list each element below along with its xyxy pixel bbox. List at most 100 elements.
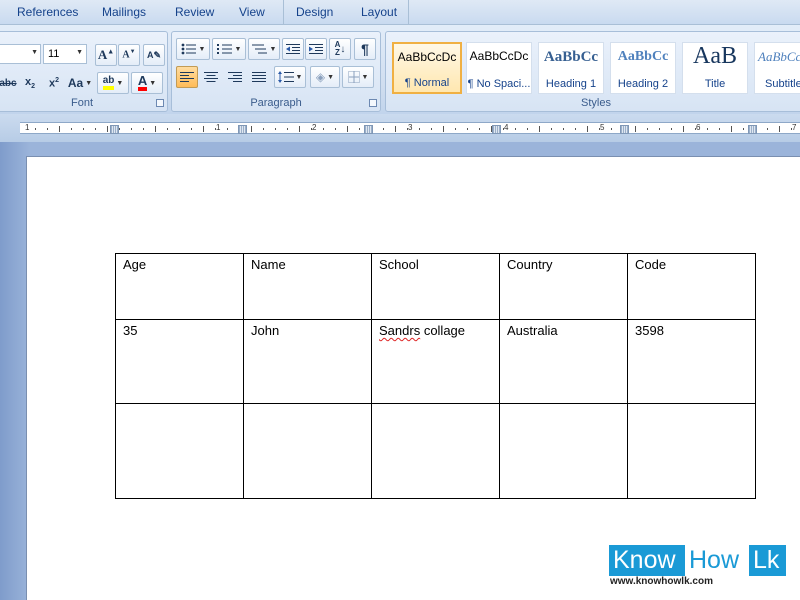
- paragraph-group-label: Paragraph: [250, 97, 302, 109]
- table-cell[interactable]: 35: [115, 319, 244, 404]
- table-cell[interactable]: Country: [499, 253, 628, 320]
- column-marker-icon[interactable]: [110, 125, 119, 134]
- table-cell[interactable]: Name: [243, 253, 372, 320]
- ruler-tick: [527, 128, 528, 130]
- font-group-label: Font: [70, 97, 93, 109]
- ruler-number: 3: [408, 123, 413, 132]
- strikethrough-button[interactable]: abc: [0, 72, 17, 94]
- show-formatting-marks-button[interactable]: ¶: [354, 38, 376, 60]
- line-spacing-icon: [277, 71, 294, 83]
- decrease-indent-button[interactable]: [282, 38, 304, 60]
- numbering-button[interactable]: ▼: [212, 38, 246, 60]
- align-left-button[interactable]: [176, 66, 198, 88]
- font-name-box[interactable]: ▼: [0, 44, 41, 64]
- tab-view[interactable]: View: [239, 5, 265, 19]
- ruler-tick: [515, 128, 516, 130]
- table-cell[interactable]: [115, 403, 244, 499]
- justify-button[interactable]: [248, 66, 270, 88]
- style-name: Heading 1: [545, 78, 597, 90]
- ruler-number: 5: [600, 123, 605, 132]
- bullets-button[interactable]: ▼: [176, 38, 210, 60]
- misspelled-word[interactable]: Sandrs: [379, 323, 420, 338]
- tab-review[interactable]: Review: [175, 5, 214, 19]
- ruler-tick: [659, 128, 660, 130]
- font-dialog-launcher-icon[interactable]: [156, 99, 164, 107]
- ruler-tick: [299, 126, 300, 132]
- style-heading-2[interactable]: AaBbCc Heading 2: [610, 42, 676, 94]
- paragraph-dialog-launcher-icon[interactable]: [369, 99, 377, 107]
- superscript-button[interactable]: x2: [43, 72, 65, 94]
- chevron-down-icon: ▼: [85, 79, 93, 87]
- style-heading-1[interactable]: AaBbCc Heading 1: [538, 42, 604, 94]
- ruler-tick: [383, 128, 384, 130]
- align-center-button[interactable]: [200, 66, 222, 88]
- chevron-down-icon[interactable]: ▼: [31, 49, 38, 56]
- change-case-button[interactable]: Aa ▼: [67, 72, 93, 94]
- ruler-tick: [719, 128, 720, 130]
- style-normal[interactable]: AaBbCcDc ¶ Normal: [392, 42, 462, 94]
- tab-references[interactable]: References: [17, 5, 78, 19]
- font-color-icon: A: [137, 74, 148, 91]
- table-cell[interactable]: Sandrs collage: [371, 319, 500, 404]
- subscript-icon: x2: [24, 75, 36, 91]
- sort-button[interactable]: A Z ↓: [329, 38, 351, 60]
- tab-layout[interactable]: Layout: [361, 5, 397, 19]
- ruler-tick: [119, 128, 120, 130]
- tab-design[interactable]: Design: [296, 5, 333, 19]
- ruler-tick: [647, 128, 648, 130]
- ruler-area: 1 1 2 3 4 5 6 7: [0, 114, 800, 142]
- table-cell[interactable]: [243, 403, 372, 499]
- table-cell[interactable]: [499, 403, 628, 499]
- styles-group-label: Styles: [386, 97, 800, 109]
- font-color-button[interactable]: A ▼: [131, 72, 163, 94]
- table-cell[interactable]: 3598: [627, 319, 756, 404]
- table-cell[interactable]: Code: [627, 253, 756, 320]
- ruler-number: 4: [504, 123, 509, 132]
- shading-button[interactable]: ◈ ▼: [310, 66, 340, 88]
- ruler-tick: [335, 128, 336, 130]
- ruler-number: 7: [792, 123, 797, 132]
- table-cell[interactable]: Australia: [499, 319, 628, 404]
- multilevel-list-icon: [251, 44, 267, 54]
- ruler-tick: [95, 128, 96, 130]
- table-cell[interactable]: [627, 403, 756, 499]
- ruler-tick: [47, 128, 48, 130]
- ruler-number: 1: [25, 123, 30, 132]
- ruler-tick: [575, 128, 576, 130]
- clear-formatting-button[interactable]: A✎: [143, 44, 165, 66]
- ruler-tick: [443, 126, 444, 132]
- borders-button[interactable]: ▼: [342, 66, 374, 88]
- change-case-icon: Aa: [67, 76, 84, 90]
- ruler-tick: [599, 128, 600, 130]
- font-size-box[interactable]: 11 ▼: [43, 44, 87, 64]
- column-marker-icon[interactable]: [364, 125, 373, 134]
- column-marker-icon[interactable]: [620, 125, 629, 134]
- style-no-spacing[interactable]: AaBbCcDc ¶ No Spaci...: [466, 42, 532, 94]
- tab-mailings[interactable]: Mailings: [102, 5, 146, 19]
- table-cell[interactable]: Age: [115, 253, 244, 320]
- table-cell[interactable]: John: [243, 319, 372, 404]
- chevron-down-icon[interactable]: ▼: [76, 49, 83, 56]
- column-marker-icon[interactable]: [748, 125, 757, 134]
- shrink-font-icon: A▼: [122, 49, 136, 61]
- column-marker-icon[interactable]: [492, 125, 501, 134]
- highlight-color-button[interactable]: ab ▼: [97, 72, 129, 94]
- increase-indent-button[interactable]: [305, 38, 327, 60]
- table-cell[interactable]: School: [371, 253, 500, 320]
- style-subtitle[interactable]: AaBbCc Subtitle: [754, 42, 800, 94]
- shrink-font-button[interactable]: A▼: [118, 44, 140, 66]
- subscript-button[interactable]: x2: [19, 72, 41, 94]
- chevron-down-icon: ▼: [198, 45, 206, 53]
- document-table[interactable]: Age Name School Country Code 35 John San…: [115, 253, 756, 499]
- table-cell[interactable]: [371, 403, 500, 499]
- grow-font-button[interactable]: A▲: [95, 44, 117, 66]
- column-marker-icon[interactable]: [238, 125, 247, 134]
- style-title[interactable]: AaB Title: [682, 42, 748, 94]
- line-spacing-button[interactable]: ▼: [274, 66, 306, 88]
- align-right-button[interactable]: [224, 66, 246, 88]
- multilevel-list-button[interactable]: ▼: [248, 38, 280, 60]
- styles-group: AaBbCcDc ¶ Normal AaBbCcDc ¶ No Spaci...…: [385, 31, 800, 112]
- ribbon-tab-bar: References Mailings Review View Design L…: [0, 0, 800, 24]
- ruler-tick: [539, 126, 540, 132]
- horizontal-ruler[interactable]: 1 1 2 3 4 5 6 7: [20, 122, 800, 134]
